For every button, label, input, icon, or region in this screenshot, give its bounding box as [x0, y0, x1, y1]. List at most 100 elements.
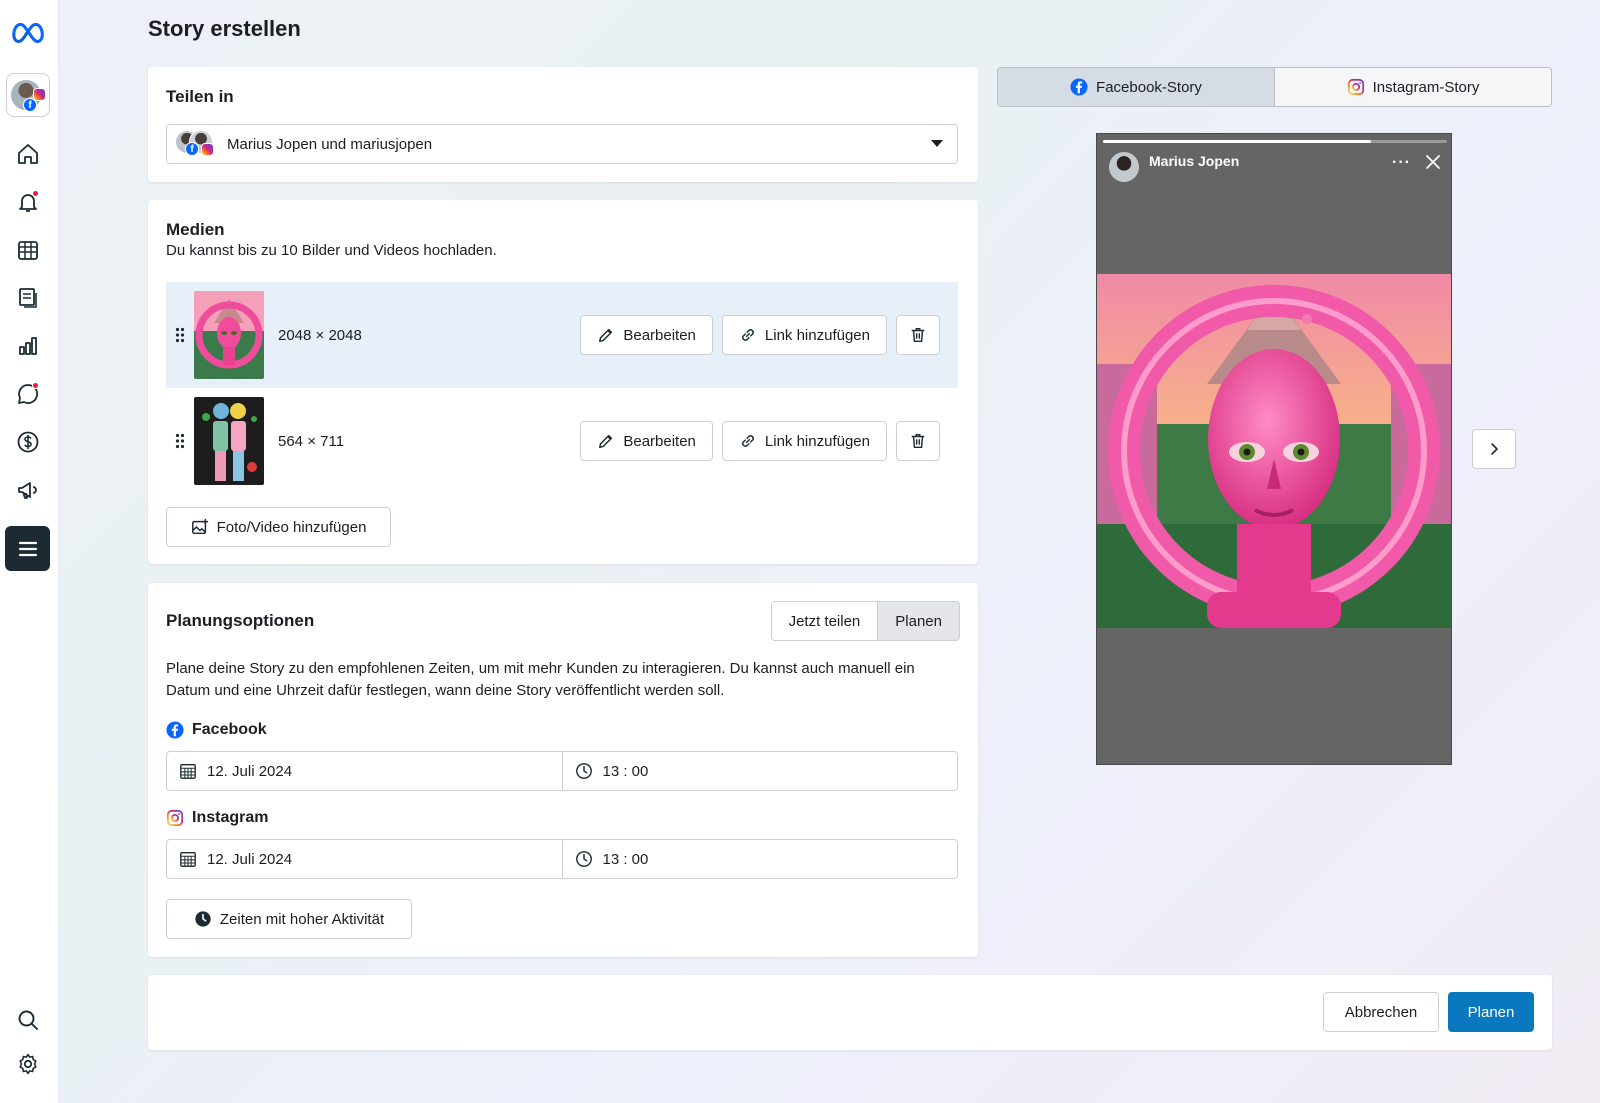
add-photo-icon — [191, 518, 208, 535]
monetization-dollar-icon[interactable] — [10, 424, 46, 460]
facebook-icon — [1070, 78, 1088, 96]
edit-button-label: Bearbeiten — [623, 432, 696, 450]
add-link-button[interactable]: Link hinzufügen — [721, 315, 887, 355]
delete-button[interactable] — [896, 421, 940, 461]
dropdown-caret-icon — [931, 140, 943, 147]
planning-card: Planungsoptionen Jetzt teilen Planen Pla… — [148, 583, 978, 957]
tab-facebook-story-label: Facebook-Story — [1096, 78, 1202, 96]
tab-instagram-story[interactable]: Instagram-Story — [1274, 68, 1551, 106]
clock-icon — [575, 763, 592, 779]
drag-handle-icon[interactable] — [166, 433, 194, 449]
edit-button-label: Bearbeiten — [623, 326, 696, 344]
planning-title: Planungsoptionen — [166, 611, 315, 630]
schedule-option[interactable]: Planen — [877, 602, 959, 640]
content-library-icon[interactable] — [10, 280, 46, 316]
media-card: Medien Du kannst bis zu 10 Bilder und Vi… — [148, 200, 978, 564]
insights-bar-icon[interactable] — [10, 328, 46, 364]
notification-dot — [32, 382, 39, 389]
sidebar: f — [0, 0, 59, 1103]
add-link-button-label: Link hinzufügen — [764, 326, 870, 344]
tab-instagram-story-label: Instagram-Story — [1372, 78, 1480, 96]
account-switcher[interactable]: f — [6, 73, 50, 117]
story-media-image — [1097, 274, 1451, 628]
more-options-icon[interactable]: ··· — [1392, 154, 1411, 172]
inbox-chat-icon[interactable] — [10, 376, 46, 412]
home-icon[interactable] — [10, 136, 46, 172]
instagram-label: Instagram — [192, 809, 269, 826]
media-dimensions: 564 × 711 — [278, 432, 345, 450]
account-select-value: Marius Jopen und mariusjopen — [227, 135, 433, 153]
share-now-option[interactable]: Jetzt teilen — [771, 602, 878, 640]
chevron-right-icon — [1491, 443, 1498, 455]
story-progress-fill — [1103, 140, 1372, 143]
add-link-button[interactable]: Link hinzufügen — [721, 421, 887, 461]
settings-gear-icon[interactable] — [10, 1046, 46, 1082]
clock-icon — [575, 851, 592, 867]
calendar-icon — [180, 852, 196, 867]
instagram-icon — [201, 143, 214, 156]
facebook-schedule-label: Facebook — [166, 721, 267, 739]
add-link-button-label: Link hinzufügen — [764, 432, 870, 450]
link-icon — [741, 435, 754, 447]
instagram-datetime: 12. Juli 2024 13 : 00 — [166, 839, 958, 879]
instagram-date-field[interactable]: 12. Juli 2024 — [167, 840, 562, 878]
peak-times-button[interactable]: Zeiten mit hoher Aktivität — [166, 899, 412, 939]
calendar-grid-icon[interactable] — [10, 232, 46, 268]
notifications-icon[interactable] — [10, 184, 46, 220]
calendar-icon — [180, 764, 196, 779]
facebook-time-value: 13 : 00 — [602, 762, 649, 780]
media-item[interactable]: 564 × 711 Bearbeiten Link hinzufügen — [166, 388, 958, 494]
trash-icon — [911, 433, 925, 449]
meta-logo-icon[interactable] — [8, 13, 50, 49]
cancel-button[interactable]: Abbrechen — [1323, 992, 1439, 1032]
facebook-time-field[interactable]: 13 : 00 — [561, 752, 958, 790]
media-thumbnail — [194, 291, 264, 379]
preview-tabs: Facebook-Story Instagram-Story — [997, 67, 1552, 107]
share-in-card: Teilen in f Marius Jopen und mariusjopen — [148, 67, 978, 182]
planning-description: Plane deine Story zu den empfohlenen Zei… — [166, 660, 915, 699]
drag-handle-icon[interactable] — [166, 327, 194, 343]
menu-button[interactable] — [5, 526, 50, 571]
add-photo-video-button[interactable]: Foto/Video hinzufügen — [166, 507, 391, 547]
story-preview: Marius Jopen ··· — [1096, 133, 1452, 765]
account-select[interactable]: f Marius Jopen und mariusjopen — [166, 124, 958, 164]
media-thumbnail — [194, 397, 264, 485]
pencil-icon — [599, 434, 613, 449]
next-preview-button[interactable] — [1472, 429, 1516, 469]
facebook-date-field[interactable]: 12. Juli 2024 — [167, 752, 562, 790]
instagram-date-value: 12. Juli 2024 — [207, 850, 293, 868]
avatar — [1109, 152, 1139, 182]
edit-button[interactable]: Bearbeiten — [580, 421, 713, 461]
pencil-icon — [599, 328, 613, 343]
add-photo-video-label: Foto/Video hinzufügen — [216, 518, 367, 536]
media-subtitle: Du kannst bis zu 10 Bilder und Videos ho… — [166, 242, 497, 259]
facebook-datetime: 12. Juli 2024 13 : 00 — [166, 751, 958, 791]
media-dimensions: 2048 × 2048 — [278, 326, 362, 344]
facebook-icon: f — [185, 142, 199, 156]
delete-button[interactable] — [896, 315, 940, 355]
hamburger-icon — [18, 541, 37, 556]
ads-megaphone-icon[interactable] — [10, 472, 46, 508]
instagram-time-value: 13 : 00 — [602, 850, 649, 868]
story-progress-bar — [1103, 140, 1447, 143]
publish-mode-toggle: Jetzt teilen Planen — [770, 601, 960, 641]
tab-facebook-story[interactable]: Facebook-Story — [998, 68, 1274, 106]
clock-filled-icon — [195, 911, 211, 927]
schedule-submit-button[interactable]: Planen — [1448, 992, 1534, 1032]
link-icon — [741, 329, 754, 341]
close-icon[interactable] — [1425, 154, 1441, 170]
media-item[interactable]: 2048 × 2048 Bearbeiten Link hinzufügen — [166, 282, 958, 388]
instagram-schedule-label: Instagram — [166, 809, 268, 827]
story-header: Marius Jopen — [1109, 152, 1239, 182]
edit-button[interactable]: Bearbeiten — [580, 315, 713, 355]
account-avatars: f — [175, 130, 217, 158]
trash-icon — [911, 327, 925, 343]
peak-times-label: Zeiten mit hoher Aktivität — [219, 910, 385, 928]
search-icon[interactable] — [10, 1002, 46, 1038]
facebook-icon: f — [23, 98, 37, 112]
story-user-name: Marius Jopen — [1149, 153, 1240, 169]
page-title: Story erstellen — [148, 16, 301, 41]
facebook-label: Facebook — [192, 721, 267, 738]
footer-bar: Abbrechen Planen — [148, 975, 1552, 1050]
instagram-time-field[interactable]: 13 : 00 — [561, 840, 958, 878]
